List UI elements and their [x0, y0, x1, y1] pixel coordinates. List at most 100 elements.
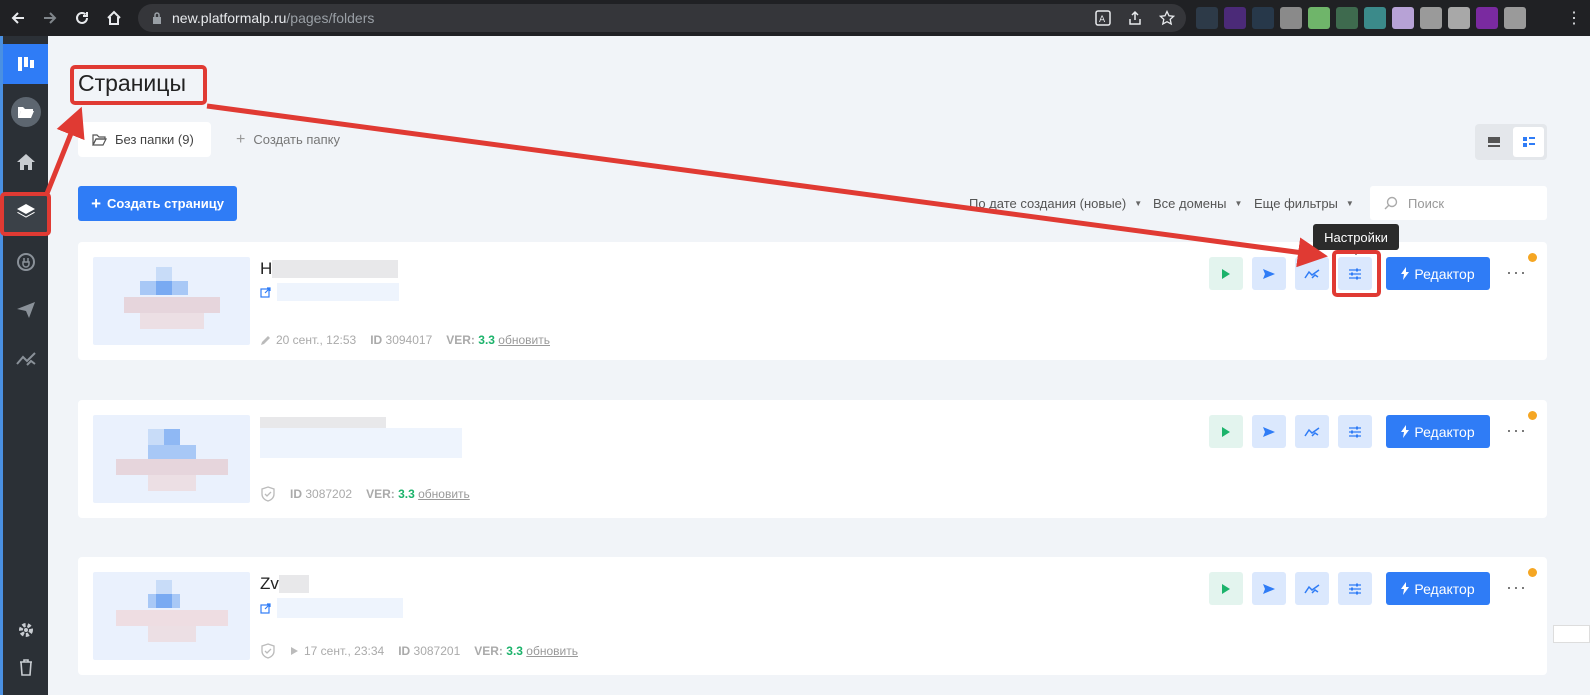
- preview-button[interactable]: [1209, 257, 1243, 290]
- sidebar-item-integrations[interactable]: [3, 242, 48, 282]
- more-filters[interactable]: Еще фильтры ▼: [1254, 196, 1354, 211]
- extension-icon[interactable]: [1504, 7, 1526, 29]
- pencil-icon: [261, 335, 270, 345]
- share-icon[interactable]: [1126, 9, 1144, 27]
- corner-widget[interactable]: [1553, 625, 1590, 643]
- extension-icon[interactable]: [1448, 7, 1470, 29]
- sidebar-item-analytics[interactable]: [3, 339, 48, 379]
- extension-icon[interactable]: [1280, 7, 1302, 29]
- sidebar-item-home[interactable]: [3, 142, 48, 182]
- publish-button[interactable]: [1252, 415, 1286, 448]
- update-link[interactable]: обновить: [526, 644, 578, 658]
- extension-icon[interactable]: [1364, 7, 1386, 29]
- editor-button[interactable]: Редактор: [1386, 415, 1490, 448]
- publish-button[interactable]: [1252, 572, 1286, 605]
- search-input[interactable]: Поиск: [1370, 186, 1547, 220]
- page-link[interactable]: [260, 428, 462, 458]
- home-button[interactable]: [100, 4, 128, 32]
- card-actions: Редактор: [1209, 572, 1490, 605]
- view-detailed-button[interactable]: [1513, 127, 1544, 157]
- external-link-icon: [260, 286, 271, 298]
- forward-button[interactable]: [36, 4, 64, 32]
- extension-icon[interactable]: [1336, 7, 1358, 29]
- redacted-link: [277, 283, 399, 301]
- update-link[interactable]: обновить: [418, 487, 470, 501]
- sort-filter[interactable]: По дате создания (новые) ▼: [969, 196, 1142, 211]
- page-title-text[interactable]: Н: [260, 259, 399, 279]
- settings-button[interactable]: [1338, 572, 1372, 605]
- translate-icon[interactable]: A: [1094, 9, 1112, 27]
- analytics-button[interactable]: [1295, 572, 1329, 605]
- extension-icon[interactable]: [1392, 7, 1414, 29]
- url-path: /pages/folders: [286, 10, 375, 26]
- ver-label: VER:: [446, 333, 475, 347]
- page-thumbnail[interactable]: [93, 415, 250, 503]
- annotation-arrow-to-title: [43, 106, 85, 197]
- back-button[interactable]: [4, 4, 32, 32]
- view-compact-button[interactable]: [1478, 127, 1509, 157]
- annotation-highlight-settings: [1332, 250, 1381, 297]
- page-thumbnail[interactable]: [93, 572, 250, 660]
- play-icon: [1222, 268, 1230, 279]
- analytics-button[interactable]: [1295, 415, 1329, 448]
- page-version: 3.3: [478, 333, 495, 347]
- published-date: 17 сент., 23:34: [304, 644, 385, 658]
- reload-button[interactable]: [68, 4, 96, 32]
- page-card: Н 20 сент., 12:53 ID 3094017 VER: 3.3 об…: [78, 242, 1547, 360]
- annotation-highlight-title: [70, 65, 207, 105]
- address-bar[interactable]: new.platformalp.ru/pages/folders A: [138, 4, 1186, 32]
- bookmark-star-icon[interactable]: [1158, 9, 1176, 27]
- more-options-icon[interactable]: ···: [1506, 262, 1527, 283]
- page-card: ID 3087202 VER: 3.3 обновить Редактор ··…: [78, 400, 1547, 518]
- redacted-text: [278, 575, 309, 593]
- analytics-icon: [1304, 268, 1320, 279]
- folder-tab-no-folder[interactable]: Без папки (9): [78, 122, 211, 157]
- extension-icon[interactable]: [1476, 7, 1498, 29]
- logo[interactable]: [3, 44, 48, 84]
- sidebar-item-trash[interactable]: [3, 647, 48, 687]
- page-link[interactable]: [260, 283, 399, 301]
- page-thumbnail[interactable]: [93, 257, 250, 345]
- analytics-icon: [1304, 583, 1320, 594]
- page-link[interactable]: [260, 598, 403, 618]
- extension-icon[interactable]: [1196, 7, 1218, 29]
- extension-icon[interactable]: [1252, 7, 1274, 29]
- analytics-icon: [1304, 426, 1320, 437]
- preview-button[interactable]: [1209, 415, 1243, 448]
- edited-date: 20 сент., 12:53: [276, 333, 357, 347]
- redacted-link: [277, 598, 403, 618]
- editor-button[interactable]: Редактор: [1386, 572, 1490, 605]
- annotation-arrow-to-settings: [206, 103, 1328, 268]
- more-options-icon[interactable]: ···: [1506, 577, 1527, 598]
- sidebar-item-send[interactable]: [3, 290, 48, 330]
- list-compact-icon: [1487, 137, 1500, 147]
- analytics-button[interactable]: [1295, 257, 1329, 290]
- search-placeholder: Поиск: [1408, 195, 1445, 211]
- editor-button[interactable]: Редактор: [1386, 257, 1490, 290]
- ver-label: VER:: [474, 644, 503, 658]
- publish-button[interactable]: [1252, 257, 1286, 290]
- sidebar-item-folders[interactable]: [3, 92, 48, 132]
- create-page-button[interactable]: + Создать страницу: [78, 186, 237, 221]
- external-link-icon: [260, 602, 271, 614]
- sidebar-item-settings[interactable]: [3, 610, 48, 650]
- update-link[interactable]: обновить: [498, 333, 550, 347]
- preview-button[interactable]: [1209, 572, 1243, 605]
- page-title-text[interactable]: Zv: [260, 574, 309, 594]
- extension-icon[interactable]: [1420, 7, 1442, 29]
- more-options-icon[interactable]: ···: [1506, 420, 1527, 441]
- svg-text:A: A: [1099, 15, 1106, 25]
- create-folder-button[interactable]: + Создать папку: [236, 122, 340, 157]
- settings-button[interactable]: [1338, 415, 1372, 448]
- analytics-icon: [15, 352, 36, 366]
- page-id: 3087201: [413, 644, 461, 658]
- list-detailed-icon: [1522, 137, 1535, 147]
- plus-icon: +: [91, 193, 102, 213]
- editor-label: Редактор: [1414, 580, 1475, 597]
- browser-menu-icon[interactable]: ⋮: [1566, 8, 1582, 28]
- page-id: 3094017: [385, 333, 433, 347]
- card-actions: Редактор: [1209, 415, 1490, 448]
- extension-icon[interactable]: [1308, 7, 1330, 29]
- domain-filter[interactable]: Все домены ▼: [1153, 196, 1242, 211]
- extension-icon[interactable]: [1224, 7, 1246, 29]
